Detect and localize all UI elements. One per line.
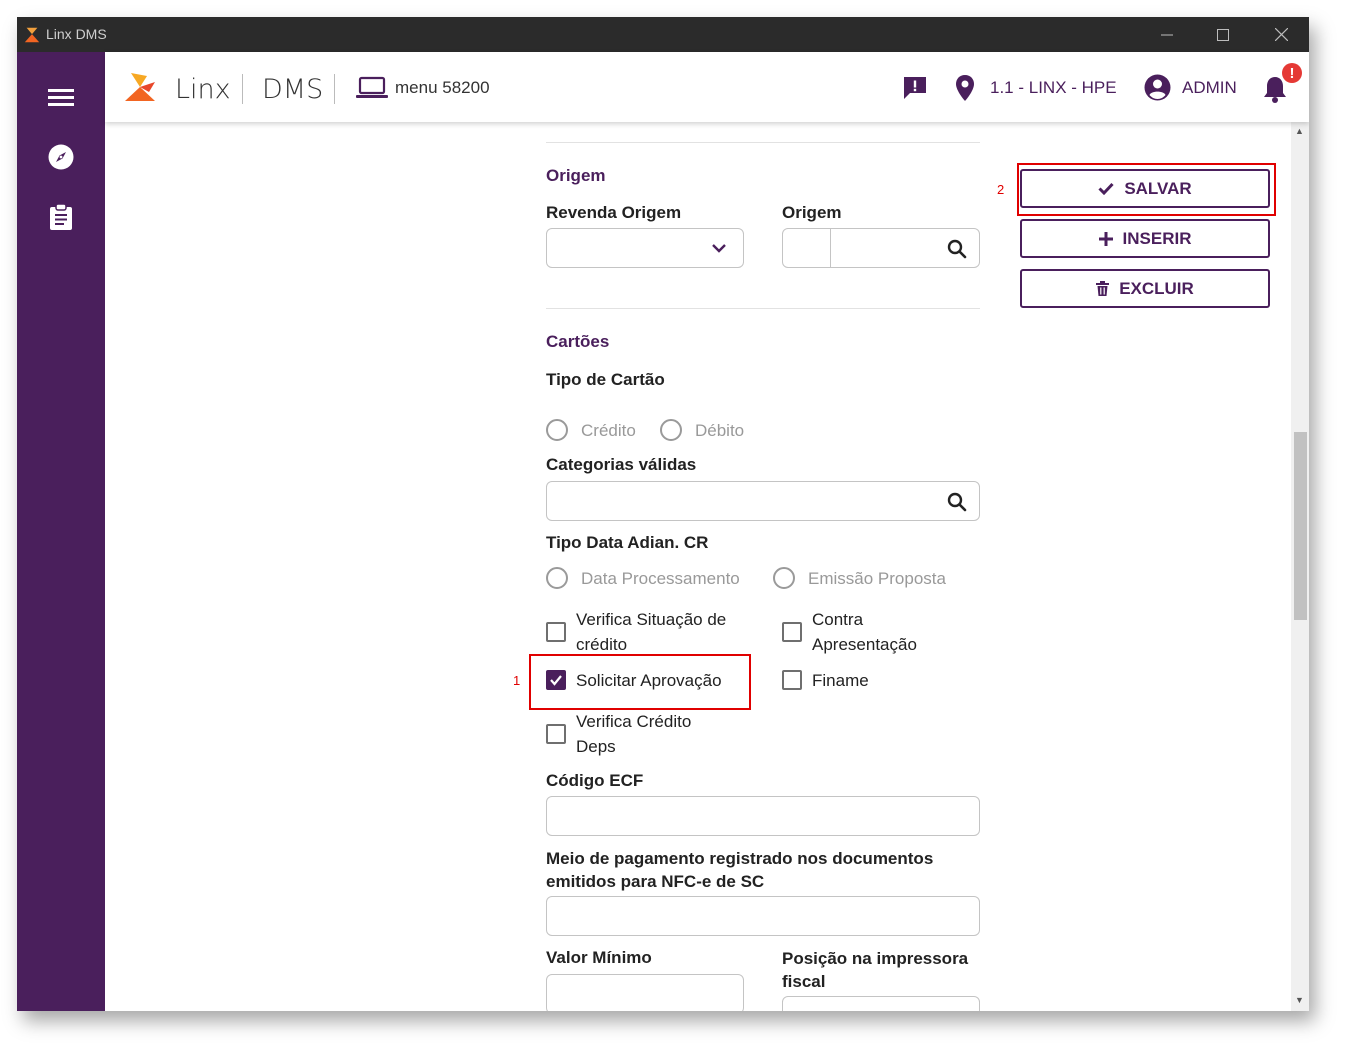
scroll-down-icon[interactable]: ▼ — [1295, 995, 1304, 1005]
categorias-input[interactable] — [546, 481, 980, 521]
codigo-ecf-input[interactable] — [546, 796, 980, 836]
checkbox-verifica-credito-deps[interactable] — [546, 724, 566, 744]
checkbox-contra-apresentacao[interactable] — [782, 622, 802, 642]
location-pin-icon — [956, 75, 974, 101]
excluir-button-label: EXCLUIR — [1119, 278, 1194, 298]
section-divider — [546, 308, 980, 309]
origem-label: Origem — [782, 203, 842, 222]
meio-pagamento-label: Meio de pagamento registrado nos documen… — [546, 849, 934, 891]
search-icon[interactable] — [947, 492, 967, 512]
annotation-box-1 — [529, 654, 751, 710]
revenda-origem-label: Revenda Origem — [546, 203, 682, 222]
checkbox-verifica-situacao[interactable] — [546, 622, 566, 642]
linx-logo-icon — [24, 27, 40, 43]
linx-logo-icon — [125, 73, 155, 101]
posicao-impressora-label: Posição na impressora fiscal — [782, 949, 969, 991]
origem-code-input[interactable] — [783, 229, 830, 267]
section-title-origem: Origem — [546, 166, 606, 185]
header-divider — [242, 74, 243, 104]
hamburger-icon — [48, 89, 74, 106]
hamburger-menu-button[interactable] — [46, 82, 76, 112]
radio-data-processamento[interactable] — [546, 567, 568, 589]
app-window: Linx DMS Linx DMS menu 58200 1.1 - LINX … — [17, 17, 1309, 1011]
revenda-origem-select[interactable] — [546, 228, 744, 268]
origem-lookup — [782, 228, 980, 268]
valor-minimo-input[interactable] — [546, 974, 744, 1011]
origem-desc-input[interactable] — [831, 229, 941, 267]
radio-debito[interactable] — [660, 419, 682, 441]
laptop-icon — [356, 76, 388, 98]
brand-linx: Linx — [175, 74, 231, 105]
user-avatar-icon[interactable] — [1144, 74, 1171, 101]
feedback-icon[interactable] — [902, 75, 928, 101]
sidebar-item-tasks[interactable] — [46, 202, 76, 232]
checkbox-finame-label: Finame — [812, 671, 869, 690]
clipboard-icon — [50, 204, 72, 230]
radio-emissao-proposta-label: Emissão Proposta — [808, 569, 946, 588]
annotation-mark-1: 1 — [513, 673, 521, 688]
inserir-button[interactable]: INSERIR — [1020, 219, 1270, 258]
close-button[interactable] — [1253, 17, 1309, 52]
top-header: Linx DMS menu 58200 1.1 - LINX - HPE ADM… — [105, 52, 1309, 122]
brand-dms: DMS — [262, 74, 324, 105]
trash-icon — [1096, 281, 1110, 296]
valor-minimo-label: Valor Mínimo — [546, 948, 652, 967]
checkbox-verifica-situacao-label: Verifica Situação de crédito — [576, 610, 727, 654]
posicao-impressora-input[interactable] — [782, 996, 980, 1011]
meio-pagamento-input[interactable] — [546, 896, 980, 936]
menu-label: menu 58200 — [395, 78, 490, 97]
tipo-cartao-label: Tipo de Cartão — [546, 370, 665, 389]
checkbox-finame[interactable] — [782, 670, 802, 690]
maximize-icon — [1217, 28, 1229, 41]
notification-badge: ! — [1282, 63, 1302, 83]
form-content: Origem Revenda Origem Origem Cartões Tip… — [105, 122, 1291, 1011]
checkbox-verifica-credito-deps-label: Verifica Crédito Deps — [576, 712, 692, 756]
header-divider — [334, 74, 335, 104]
maximize-button[interactable] — [1195, 17, 1251, 52]
checkbox-contra-apresentacao-label: Contra Apresentação — [812, 610, 917, 654]
section-divider — [546, 142, 980, 143]
scroll-thumb[interactable] — [1294, 432, 1307, 620]
title-bar: Linx DMS — [17, 17, 1309, 52]
plus-icon — [1098, 231, 1113, 246]
radio-debito-label: Débito — [695, 421, 745, 440]
radio-credito[interactable] — [546, 419, 568, 441]
window-title: Linx DMS — [46, 26, 107, 42]
section-title-cartoes: Cartões — [546, 332, 610, 351]
vertical-scrollbar[interactable]: ▲ ▼ — [1291, 122, 1309, 1011]
search-icon[interactable] — [947, 239, 967, 259]
annotation-mark-2: 2 — [997, 182, 1005, 197]
tipo-data-label: Tipo Data Adian. CR — [546, 533, 709, 552]
location-selector[interactable]: 1.1 - LINX - HPE — [990, 78, 1117, 98]
radio-data-processamento-label: Data Processamento — [581, 569, 740, 588]
radio-emissao-proposta[interactable] — [773, 567, 795, 589]
sidebar — [17, 52, 105, 1011]
user-name[interactable]: ADMIN — [1182, 78, 1237, 98]
categorias-label: Categorias válidas — [546, 455, 697, 474]
minimize-button[interactable] — [1139, 17, 1195, 52]
codigo-ecf-label: Código ECF — [546, 771, 644, 790]
excluir-button[interactable]: EXCLUIR — [1020, 269, 1270, 308]
compass-icon — [48, 144, 74, 170]
minimize-icon — [1161, 34, 1173, 35]
scroll-up-icon[interactable]: ▲ — [1295, 126, 1304, 136]
radio-credito-label: Crédito — [581, 421, 636, 440]
chevron-down-icon — [712, 244, 726, 253]
annotation-box-2 — [1017, 163, 1276, 216]
close-icon — [1274, 28, 1288, 41]
sidebar-item-navigation[interactable] — [46, 142, 76, 172]
inserir-button-label: INSERIR — [1122, 228, 1192, 248]
